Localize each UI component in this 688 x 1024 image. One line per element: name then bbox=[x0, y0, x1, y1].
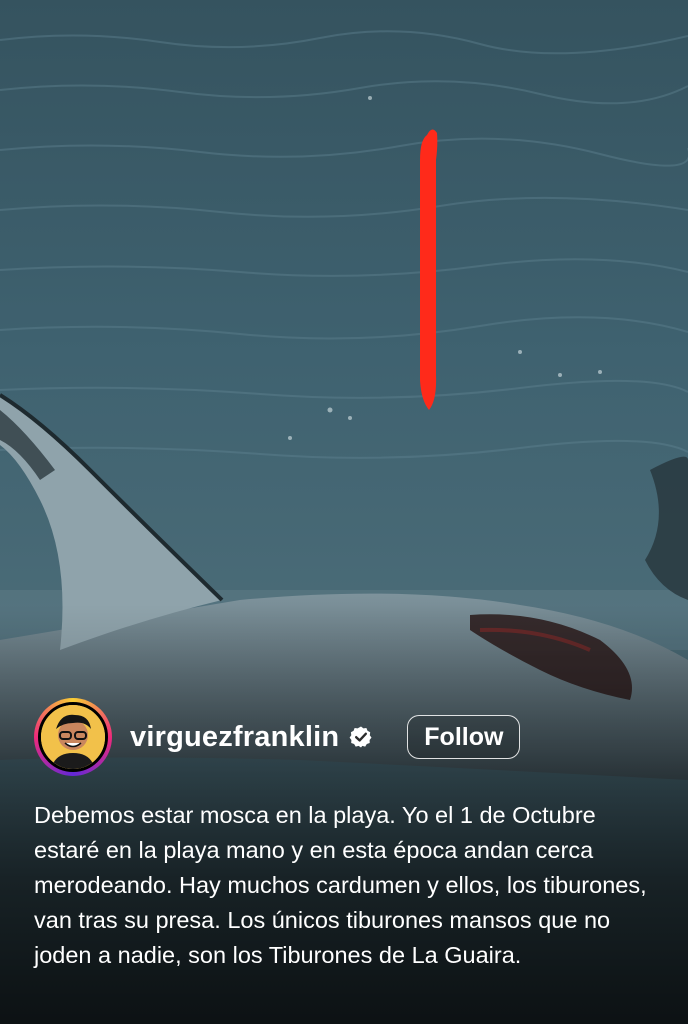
avatar[interactable] bbox=[34, 698, 112, 776]
post-caption: Debemos estar mosca en la playa. Yo el 1… bbox=[34, 802, 647, 968]
author-row: virguezfranklin Follow bbox=[34, 697, 654, 777]
username[interactable]: virguezfranklin bbox=[130, 721, 339, 754]
profile-avatar bbox=[38, 702, 108, 772]
red-marker-line bbox=[420, 129, 438, 410]
verified-check-icon bbox=[349, 726, 372, 748]
follow-button[interactable]: Follow bbox=[407, 715, 521, 759]
